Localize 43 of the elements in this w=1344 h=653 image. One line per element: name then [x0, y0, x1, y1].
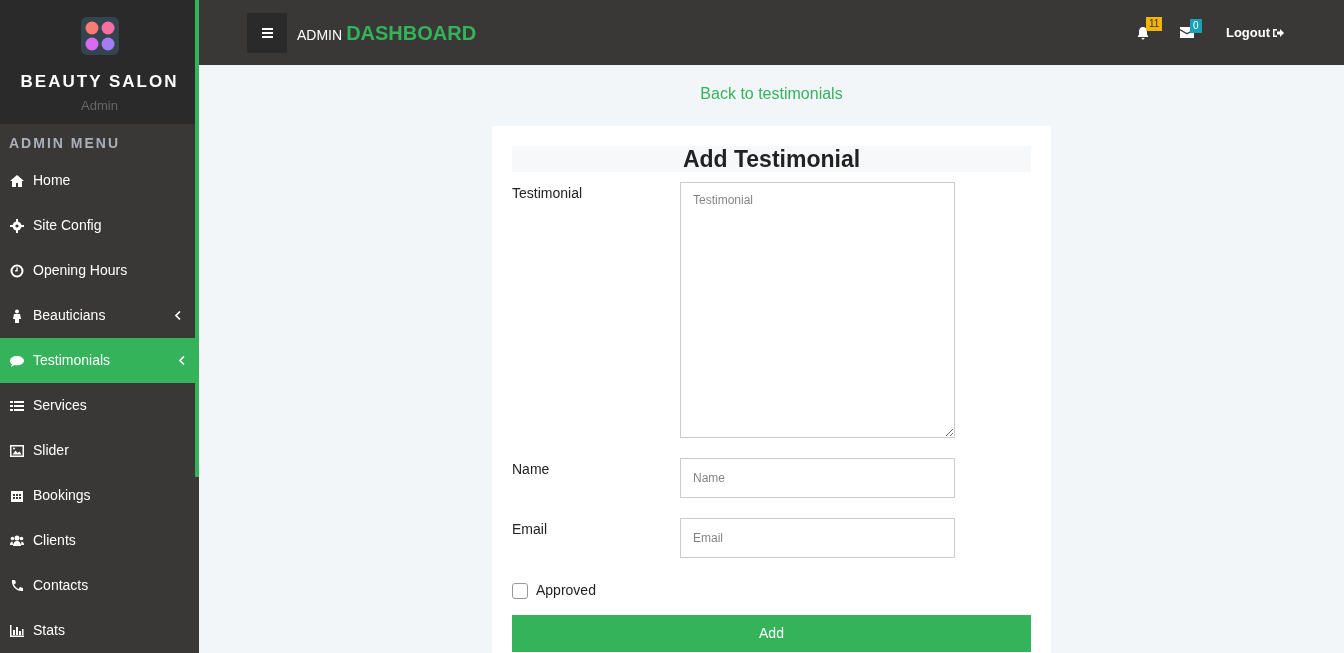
field-label: Email	[512, 520, 548, 539]
sidebar-item[interactable]: Home	[0, 158, 195, 203]
title-prefix: ADMIN	[297, 25, 343, 45]
bar-chart-icon	[10, 623, 24, 638]
menu-button[interactable]	[247, 12, 287, 53]
phone-icon	[10, 578, 24, 593]
sidebar-item[interactable]: Stats	[0, 608, 195, 653]
sidebar-item[interactable]: Bookings	[0, 473, 195, 518]
list-icon	[10, 398, 24, 413]
sidebar-item[interactable]: Contacts	[0, 563, 195, 608]
palette-logo-icon	[80, 17, 119, 55]
sidebar-item[interactable]: Beauticians	[0, 293, 195, 338]
sidebar-item[interactable]: Opening Hours	[0, 248, 195, 293]
logout-link[interactable]: Logout	[1225, 22, 1284, 43]
calendar-icon	[10, 488, 24, 503]
sidebar-item[interactable]: Site Config	[0, 203, 195, 248]
brand-name: BEAUTY SALON	[20, 71, 179, 93]
sidebar-item[interactable]: Services	[0, 383, 195, 428]
logout-icon	[1273, 27, 1284, 38]
menu-icon	[261, 27, 273, 38]
testimonial-textarea[interactable]: Testimonial	[680, 182, 955, 438]
person-icon	[10, 308, 24, 323]
home-icon	[10, 173, 24, 188]
text-input[interactable]: Name	[680, 458, 955, 498]
brand-subtitle: Admin	[81, 96, 118, 115]
field-label: Name	[512, 460, 551, 479]
menu-title: ADMIN MENU	[8, 133, 121, 153]
form-title: Add Testimonial	[512, 146, 1031, 172]
message-badge: 0	[1189, 19, 1202, 33]
sidebar-item[interactable]: Slider	[0, 428, 195, 473]
approved-label: Approved	[536, 581, 596, 600]
speech-bubble-icon	[10, 353, 24, 368]
gear-icon	[10, 218, 24, 233]
approved-checkbox[interactable]	[512, 582, 528, 599]
bell-icon[interactable]	[1135, 25, 1150, 40]
text-input[interactable]: Email	[680, 518, 955, 558]
sidebar-item[interactable]: Clients	[0, 518, 195, 563]
clock-icon	[10, 263, 24, 278]
field-label: Testimonial	[512, 184, 584, 203]
notification-badge: 11	[1145, 16, 1163, 31]
image-icon	[10, 443, 24, 458]
people-icon	[10, 533, 24, 548]
title-text: DASHBOARD	[346, 20, 477, 46]
